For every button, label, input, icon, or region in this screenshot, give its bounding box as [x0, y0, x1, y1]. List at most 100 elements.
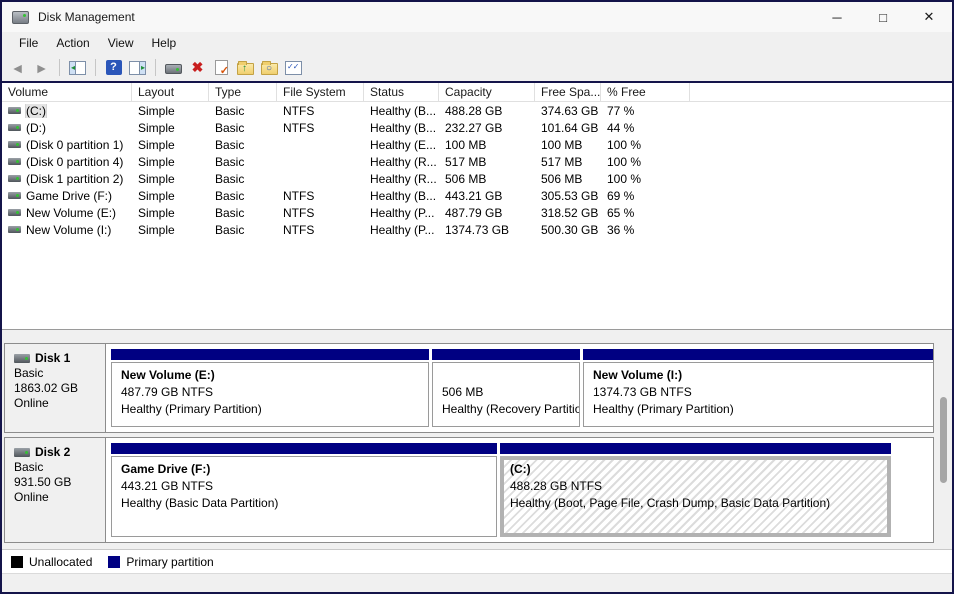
volume-name-cell: (Disk 0 partition 1)	[2, 138, 132, 152]
export-icon: ↑	[237, 63, 254, 75]
menu-view[interactable]: View	[99, 33, 143, 53]
column-header--free[interactable]: % Free	[601, 83, 690, 101]
partition[interactable]: (C:)488.28 GB NTFSHealthy (Boot, Page Fi…	[500, 443, 891, 537]
volume-cell-type: Basic	[209, 138, 277, 152]
volume-row[interactable]: New Volume (I:)SimpleBasicNTFSHealthy (P…	[2, 221, 952, 238]
volume-name-label: New Volume (I:)	[26, 223, 111, 237]
volume-list-pane: VolumeLayoutTypeFile SystemStatusCapacit…	[2, 81, 952, 329]
volume-row[interactable]: (Disk 0 partition 4) SimpleBasic Healthy (…	[2, 153, 952, 170]
volume-cell-fs: NTFS	[277, 206, 364, 220]
volume-cell-layout: Simple	[132, 155, 209, 169]
pane-splitter[interactable]	[2, 329, 952, 339]
show-console-tree-button[interactable]: ◂	[68, 58, 87, 77]
volume-cell-capacity: 443.21 GB	[439, 189, 535, 203]
toolbar-separator	[95, 59, 96, 76]
volume-name-label: (Disk 0 partition 4)	[26, 155, 123, 169]
partition-body: (C:)488.28 GB NTFSHealthy (Boot, Page Fi…	[500, 456, 891, 537]
vertical-scrollbar[interactable]	[938, 345, 949, 545]
volume-cell-pct: 100 %	[601, 172, 690, 186]
volume-row[interactable]: (D:)SimpleBasicNTFSHealthy (B...232.27 G…	[2, 119, 952, 136]
partition-status: Healthy (Basic Data Partition)	[121, 495, 487, 512]
toolbar: ◄ ► ◂? ▸ ✖ ✓ ↑ ○ ✓✓	[2, 54, 952, 81]
back-button[interactable]: ◄	[8, 58, 27, 77]
volume-cell-status: Healthy (R...	[364, 172, 439, 186]
partition[interactable]: New Volume (I:)1374.73 GB NTFSHealthy (P…	[583, 349, 933, 427]
column-header-status[interactable]: Status	[364, 83, 439, 101]
find-icon: ○	[261, 63, 278, 75]
disk-label[interactable]: Disk 2Basic931.50 GBOnline	[5, 438, 106, 542]
maximize-button[interactable]: □	[860, 2, 906, 32]
volume-icon	[8, 107, 21, 114]
show-action-pane-icon: ▸	[129, 61, 146, 75]
volume-name-label: (D:)	[26, 121, 46, 135]
partitions-track: New Volume (E:)487.79 GB NTFSHealthy (Pr…	[106, 344, 933, 432]
volume-row[interactable]: New Volume (E:)SimpleBasicNTFSHealthy (P…	[2, 204, 952, 221]
menu-help[interactable]: Help	[143, 33, 186, 53]
legend-bar: UnallocatedPrimary partition	[2, 549, 952, 573]
column-header-capacity[interactable]: Capacity	[439, 83, 535, 101]
show-action-pane-button[interactable]: ▸	[128, 58, 147, 77]
volume-row[interactable]: (Disk 0 partition 1)SimpleBasicHealthy (…	[2, 136, 952, 153]
volume-cell-capacity: 488.28 GB	[439, 104, 535, 118]
partition[interactable]: Game Drive (F:)443.21 GB NTFSHealthy (Ba…	[111, 443, 497, 537]
properties-glyph: ✓	[220, 64, 229, 77]
disk-name-text: Disk 1	[35, 351, 70, 366]
menu-action[interactable]: Action	[47, 33, 98, 53]
partition-name: Game Drive (F:)	[121, 461, 487, 478]
forward-button[interactable]: ►	[32, 58, 51, 77]
title-bar: Disk Management ─ □ ✕	[2, 2, 952, 32]
volume-cell-free: 374.63 GB	[535, 104, 601, 118]
task-list-button[interactable]: ✓✓	[284, 58, 303, 77]
volume-cell-capacity: 100 MB	[439, 138, 535, 152]
volume-cell-pct: 77 %	[601, 104, 690, 118]
volume-cell-capacity: 506 MB	[439, 172, 535, 186]
volume-row[interactable]: Game Drive (F:)SimpleBasicNTFSHealthy (B…	[2, 187, 952, 204]
volume-cell-layout: Simple	[132, 172, 209, 186]
volume-cell-type: Basic	[209, 155, 277, 169]
menu-file[interactable]: File	[10, 33, 47, 53]
close-button[interactable]: ✕	[906, 2, 952, 32]
volume-name-cell: (Disk 0 partition 4)	[2, 155, 132, 169]
volume-cell-free: 517 MB	[535, 155, 601, 169]
help-button[interactable]: ?	[104, 58, 123, 77]
partition-status: Healthy (Recovery Partitio	[442, 401, 570, 418]
volume-cell-pct: 44 %	[601, 121, 690, 135]
disk-label[interactable]: Disk 1Basic1863.02 GBOnline	[5, 344, 106, 432]
volume-row[interactable]: (C:)SimpleBasicNTFSHealthy (B...488.28 G…	[2, 102, 952, 119]
volume-cell-fs: NTFS	[277, 104, 364, 118]
volume-cell-pct: 36 %	[601, 223, 690, 237]
volume-cell-layout: Simple	[132, 206, 209, 220]
show-console-tree-glyph: ◂	[71, 63, 75, 72]
volume-icon	[8, 226, 21, 233]
column-header-free-spa-[interactable]: Free Spa...	[535, 83, 601, 101]
window-controls: ─ □ ✕	[814, 2, 952, 32]
partition[interactable]: New Volume (E:)487.79 GB NTFSHealthy (Pr…	[111, 349, 429, 427]
volume-name-cell: (Disk 1 partition 2)	[2, 172, 132, 186]
minimize-button[interactable]: ─	[814, 2, 860, 32]
device-properties-button[interactable]	[164, 58, 183, 77]
show-action-pane-glyph: ▸	[141, 63, 145, 72]
volume-cell-status: Healthy (P...	[364, 206, 439, 220]
partition[interactable]: 506 MBHealthy (Recovery Partitio	[432, 349, 580, 427]
volume-cell-type: Basic	[209, 223, 277, 237]
properties-button[interactable]: ✓	[212, 58, 231, 77]
partition-body: Game Drive (F:)443.21 GB NTFSHealthy (Ba…	[111, 456, 497, 537]
export-button[interactable]: ↑	[236, 58, 255, 77]
scrollbar-thumb[interactable]	[940, 397, 947, 483]
volume-cell-type: Basic	[209, 206, 277, 220]
column-header-volume[interactable]: Volume	[2, 83, 132, 101]
legend-label: Unallocated	[29, 555, 92, 569]
volume-icon	[8, 141, 21, 148]
disk-size: 1863.02 GB	[14, 381, 101, 396]
volume-name-label: (Disk 1 partition 2)	[26, 172, 123, 186]
column-header-layout[interactable]: Layout	[132, 83, 209, 101]
volume-row[interactable]: (Disk 1 partition 2)SimpleBasicHealthy (…	[2, 170, 952, 187]
column-header-file-system[interactable]: File System	[277, 83, 364, 101]
partition-status: Healthy (Primary Partition)	[121, 401, 419, 418]
find-button[interactable]: ○	[260, 58, 279, 77]
partition-body: New Volume (E:)487.79 GB NTFSHealthy (Pr…	[111, 362, 429, 427]
column-header-type[interactable]: Type	[209, 83, 277, 101]
delete-volume-button[interactable]: ✖	[188, 58, 207, 77]
volume-cell-type: Basic	[209, 104, 277, 118]
volume-cell-status: Healthy (R...	[364, 155, 439, 169]
